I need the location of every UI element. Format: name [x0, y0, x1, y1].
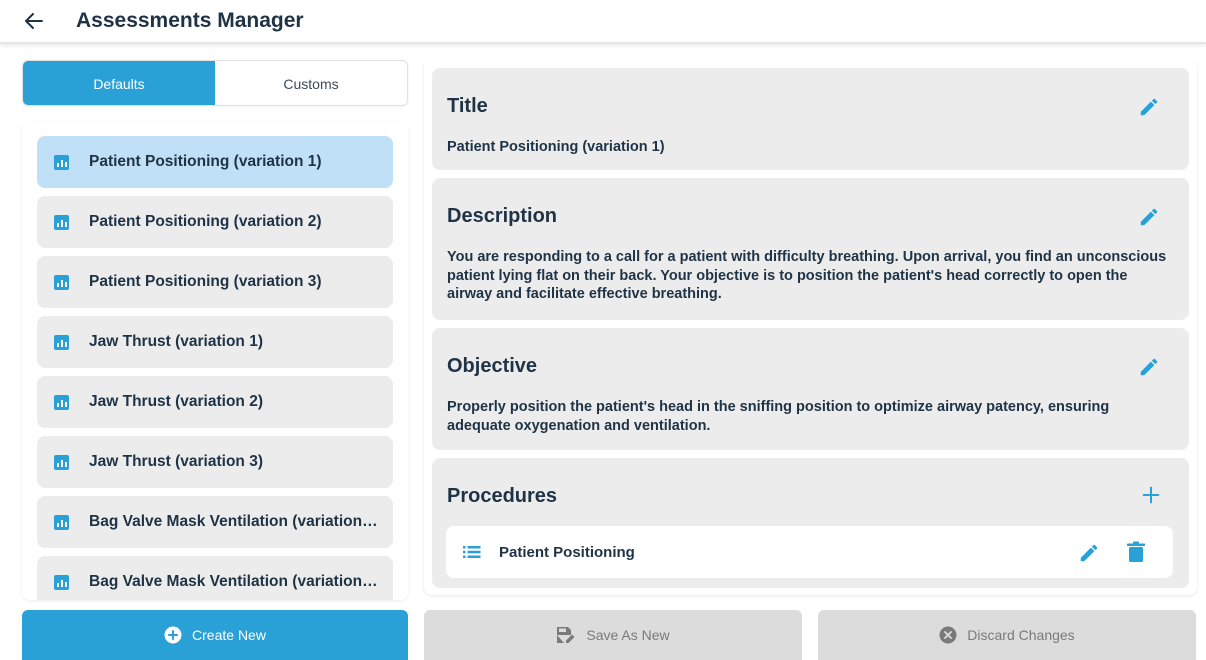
edit-title-icon[interactable] [1138, 96, 1160, 118]
list-item-label: Bag Valve Mask Ventilation (variation… [89, 573, 378, 590]
edit-procedure-icon[interactable] [1078, 542, 1100, 564]
list-item-label: Patient Positioning (variation 2) [89, 213, 322, 230]
create-new-button[interactable]: Create New [22, 610, 408, 660]
edit-description-icon[interactable] [1138, 206, 1160, 228]
list-item-label: Jaw Thrust (variation 2) [89, 393, 263, 410]
list-item-label: Jaw Thrust (variation 3) [89, 453, 263, 470]
list-item[interactable]: Bag Valve Mask Ventilation (variation… [37, 496, 393, 548]
create-new-label: Create New [192, 627, 266, 643]
chart-icon [54, 574, 69, 590]
assessment-list-panel: Defaults Customs Patient Positioning (va… [22, 60, 408, 600]
list-item[interactable]: Bag Valve Mask Ventilation (variation… [37, 556, 393, 600]
list-item[interactable]: Jaw Thrust (variation 3) [37, 436, 393, 488]
add-procedure-icon[interactable] [1140, 484, 1162, 506]
chart-icon [54, 274, 69, 290]
save-edit-icon [556, 626, 576, 644]
assessment-list[interactable]: Patient Positioning (variation 1) Patien… [22, 122, 408, 600]
list-item-label: Patient Positioning (variation 1) [89, 153, 322, 170]
list-item[interactable]: Patient Positioning (variation 2) [37, 196, 393, 248]
title-card: Title Patient Positioning (variation 1) [432, 68, 1189, 170]
description-heading: Description [447, 205, 558, 227]
list-item-label: Patient Positioning (variation 3) [89, 273, 322, 290]
title-value: Patient Positioning (variation 1) [447, 139, 665, 155]
description-card: Description You are responding to a call… [432, 178, 1189, 320]
discard-changes-label: Discard Changes [967, 627, 1075, 643]
arrow-left-icon [25, 13, 43, 29]
chart-icon [54, 334, 69, 350]
list-item[interactable]: Jaw Thrust (variation 1) [37, 316, 393, 368]
app-bar: Assessments Manager [0, 0, 1206, 44]
chart-icon [54, 454, 69, 470]
cancel-circle-icon [939, 626, 957, 644]
save-as-new-label: Save As New [586, 627, 670, 643]
assessment-detail-panel: Title Patient Positioning (variation 1) … [424, 60, 1197, 595]
procedure-label: Patient Positioning [499, 543, 635, 561]
list-icon [463, 546, 481, 558]
chart-icon [54, 214, 69, 230]
list-item[interactable]: Patient Positioning (variation 1) [37, 136, 393, 188]
objective-card: Objective Properly position the patient'… [432, 328, 1189, 450]
plus-circle-icon [164, 626, 182, 644]
title-heading: Title [447, 95, 488, 117]
page-title: Assessments Manager [76, 9, 304, 32]
list-item[interactable]: Jaw Thrust (variation 2) [37, 376, 393, 428]
objective-heading: Objective [447, 355, 538, 377]
procedures-heading: Procedures [447, 485, 558, 507]
save-as-new-button[interactable]: Save As New [424, 610, 802, 660]
list-item-label: Bag Valve Mask Ventilation (variation… [89, 513, 378, 530]
tab-customs[interactable]: Customs [215, 61, 407, 105]
description-value: You are responding to a call for a patie… [447, 249, 1167, 302]
chart-icon [54, 394, 69, 410]
chart-icon [54, 514, 69, 530]
delete-procedure-icon[interactable] [1126, 541, 1146, 563]
objective-value: Properly position the patient's head in … [447, 399, 1110, 434]
edit-objective-icon[interactable] [1138, 356, 1160, 378]
tab-defaults[interactable]: Defaults [23, 61, 215, 105]
back-button[interactable] [14, 1, 54, 41]
list-item[interactable]: Patient Positioning (variation 3) [37, 256, 393, 308]
tab-bar: Defaults Customs [22, 60, 408, 106]
discard-changes-button[interactable]: Discard Changes [818, 610, 1196, 660]
procedure-item[interactable]: Patient Positioning [446, 526, 1173, 578]
procedures-card: Procedures Patient Positioning [432, 458, 1189, 588]
list-item-label: Jaw Thrust (variation 1) [89, 333, 263, 350]
chart-icon [54, 154, 69, 170]
